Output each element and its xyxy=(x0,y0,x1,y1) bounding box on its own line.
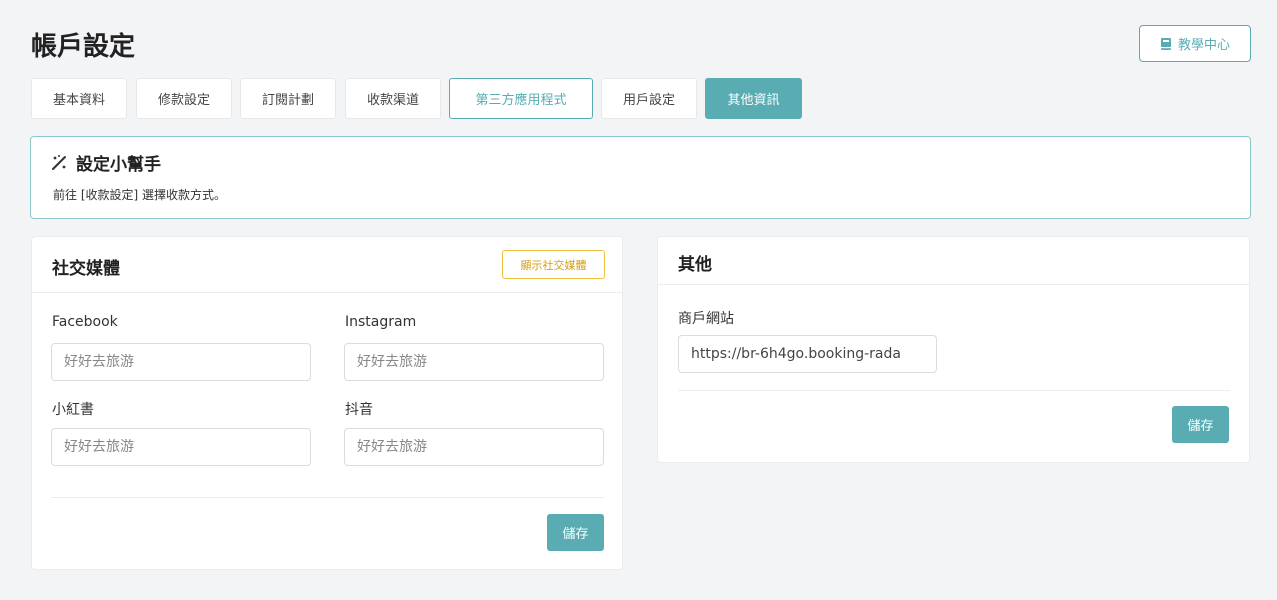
setup-helper-title: 設定小幫手 xyxy=(76,155,161,175)
social-media-divider xyxy=(51,497,604,498)
social-media-title: 社交媒體 xyxy=(52,259,120,279)
merchant-website-input[interactable] xyxy=(678,335,937,373)
tab-user-settings[interactable]: 用戶設定 xyxy=(601,78,697,119)
tab-third-party-apps[interactable]: 第三方應用程式 xyxy=(449,78,593,119)
tab-payment-channels[interactable]: 收款渠道 xyxy=(345,78,441,119)
show-social-media-button[interactable]: 顯示社交媒體 xyxy=(502,250,605,279)
facebook-label: Facebook xyxy=(52,314,118,330)
other-divider xyxy=(678,390,1230,391)
tab-subscription-plan[interactable]: 訂閱計劃 xyxy=(240,78,336,119)
xiaohongshu-label: 小紅書 xyxy=(52,402,94,418)
tab-payment-settings[interactable]: 修款設定 xyxy=(136,78,232,119)
tab-basic-info[interactable]: 基本資料 xyxy=(31,78,127,119)
instagram-input[interactable] xyxy=(344,343,604,381)
other-save-button[interactable]: 儲存 xyxy=(1172,406,1229,443)
social-media-card: 社交媒體 顯示社交媒體 Facebook Instagram 小紅書 抖音 儲存 xyxy=(31,236,623,570)
douyin-input[interactable] xyxy=(344,428,604,466)
other-title: 其他 xyxy=(678,255,712,275)
help-center-label: 教學中心 xyxy=(1177,37,1230,52)
xiaohongshu-input[interactable] xyxy=(51,428,311,466)
setup-helper-heading: 設定小幫手 xyxy=(51,150,161,175)
instagram-label: Instagram xyxy=(345,314,417,330)
magic-wand-icon xyxy=(52,155,66,170)
douyin-label: 抖音 xyxy=(345,402,373,418)
setup-helper-panel: 設定小幫手 前往 [收款設定] 選擇收款方式。 xyxy=(30,136,1251,219)
social-media-save-button[interactable]: 儲存 xyxy=(547,514,604,551)
help-center-button[interactable]: 教學中心 xyxy=(1139,25,1251,62)
other-card-header: 其他 xyxy=(658,237,1249,285)
page-title: 帳戶設定 xyxy=(31,32,136,62)
merchant-website-label: 商戶網站 xyxy=(678,311,734,327)
social-media-card-header: 社交媒體 顯示社交媒體 xyxy=(32,237,622,293)
other-card: 其他 商戶網站 儲存 xyxy=(657,236,1250,463)
book-icon xyxy=(1160,37,1171,50)
tab-other-info[interactable]: 其他資訊 xyxy=(705,78,802,119)
facebook-input[interactable] xyxy=(51,343,311,381)
setup-helper-text: 前往 [收款設定] 選擇收款方式。 xyxy=(53,188,226,202)
